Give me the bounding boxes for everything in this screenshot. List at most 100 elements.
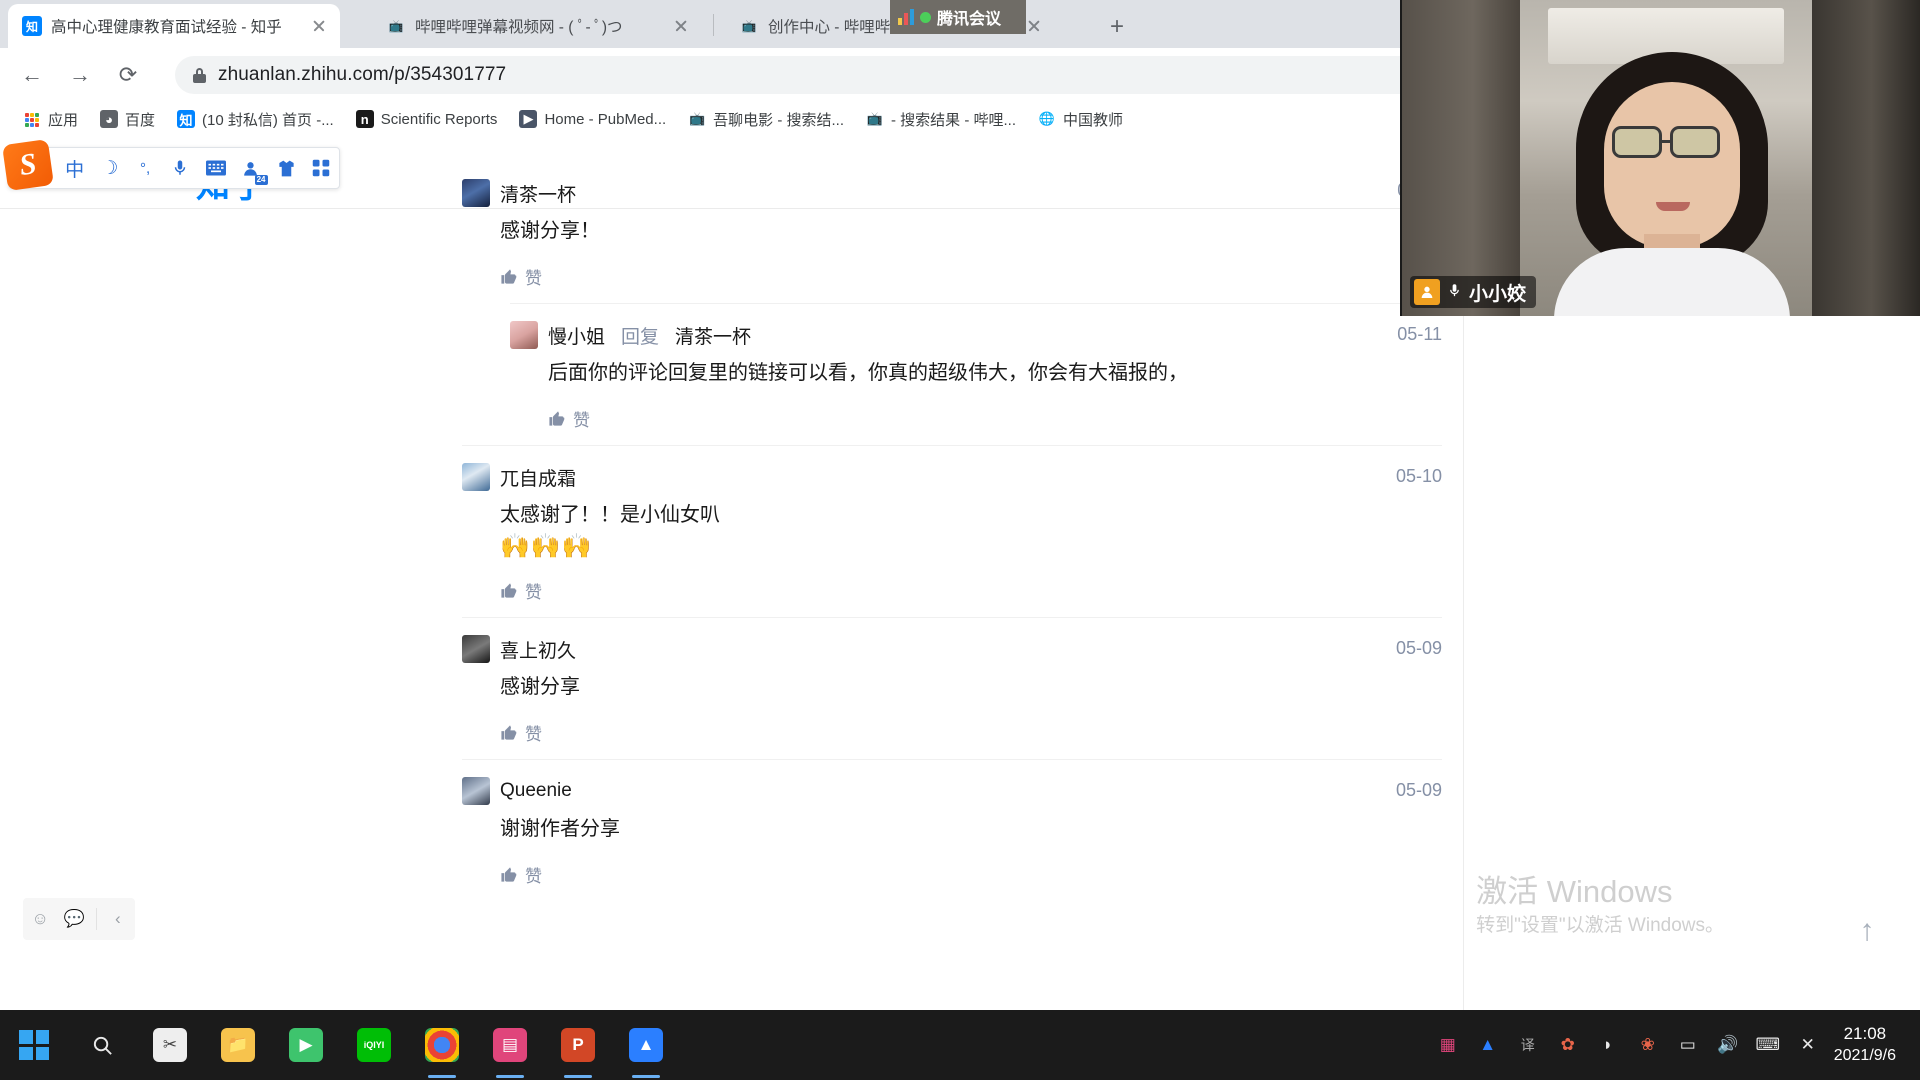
page-float-toolbar: ☺ 💬 ‹ [23, 898, 135, 940]
comment-username[interactable]: 兀自成霜 [500, 464, 576, 491]
photo-tray-icon[interactable]: ▦ [1428, 1010, 1468, 1080]
microphone-icon[interactable] [163, 149, 198, 187]
bookmark-zhihu-inbox[interactable]: 知 (10 封私信) 首页 -... [166, 105, 345, 133]
like-label[interactable]: 赞 [525, 862, 542, 887]
back-button[interactable]: ← [12, 55, 52, 95]
bookmark-label: Home - PubMed... [544, 110, 667, 128]
comment-body: 后面你的评论回复里的链接可以看，你真的超级伟大，你会有大福报的， [548, 362, 1188, 384]
tab-close-icon[interactable] [1023, 15, 1045, 37]
like-label[interactable]: 赞 [525, 264, 542, 289]
avatar[interactable] [462, 635, 490, 663]
like-label[interactable]: 赞 [525, 578, 542, 603]
bookmark-label: - 搜索结果 - 哔哩... [891, 111, 1016, 129]
chinese-mode-icon[interactable]: 中 [57, 149, 92, 187]
bilibili-icon: 📺 [388, 19, 404, 33]
like-label[interactable]: 赞 [573, 406, 590, 431]
taskbar-apps: ✂ 📁 ▶ iQIYI ◉ ▤ P ▲ [0, 1010, 680, 1080]
flower-tray-icon[interactable]: ❀ [1628, 1010, 1668, 1080]
network-tray-icon[interactable]: ◗ [1588, 1010, 1628, 1080]
address-bar-url: zhuanlan.zhihu.com/p/354301777 [218, 64, 507, 85]
comment-item-reply: 慢小姐 回复 清茶一杯 05-11 后面你的评论回复里的链接可以看，你真的超级伟… [510, 303, 1442, 445]
taskbar-clock[interactable]: 21:08 2021/9/6 [1828, 1023, 1908, 1067]
video-door-left [1402, 0, 1520, 316]
clock-date: 2021/9/6 [1833, 1047, 1896, 1064]
avatar[interactable] [462, 179, 490, 207]
comment-item: Queenie 05-09 谢谢作者分享 赞 [462, 759, 1442, 901]
browser-tab-0[interactable]: 知 高中心理健康教育面试经验 - 知乎 [8, 4, 340, 48]
video-door-right [1812, 0, 1920, 316]
comment-date: 05-10 [1395, 466, 1442, 486]
tencent-meeting-tab-overlay[interactable]: 腾讯会议 [890, 0, 1026, 34]
browser-tab-1[interactable]: 📺 哔哩哔哩弹幕视频网 - ( ﾟ- ﾟ)つ [372, 4, 702, 48]
taskbar-app-snipping-tool[interactable]: ✂ [136, 1010, 204, 1080]
battery-tray-icon[interactable]: ▭ [1668, 1010, 1708, 1080]
avatar[interactable] [462, 777, 490, 805]
status-dot-icon [920, 11, 931, 23]
windows-activation-watermark: 激活 Windows 转到"设置"以激活 Windows。 [1476, 872, 1724, 940]
tab-close-icon[interactable] [670, 15, 692, 37]
bookmark-pubmed[interactable]: ▶ Home - PubMed... [508, 105, 677, 133]
thumbs-up-icon[interactable] [500, 866, 517, 883]
taskbar-app-chrome[interactable]: ◉ [408, 1010, 476, 1080]
comment-username[interactable]: Queenie [500, 780, 572, 802]
skin-shirt-icon[interactable] [269, 149, 304, 187]
colorful-tray-icon[interactable]: ✿ [1548, 1010, 1588, 1080]
back-to-top-button[interactable]: ↑ [1848, 912, 1886, 950]
thumbs-up-icon[interactable] [548, 410, 565, 427]
bookmark-apps[interactable]: 应用 [12, 105, 89, 133]
comment-actions: 赞 [462, 862, 1442, 887]
user-account-icon[interactable]: 24 [233, 149, 268, 187]
tencent-meeting-video-overlay[interactable]: 小小姣 [1400, 0, 1920, 316]
participant-name: 小小姣 [1469, 283, 1527, 305]
taskbar-app-file-explorer[interactable]: 📁 [204, 1010, 272, 1080]
avatar[interactable] [510, 321, 538, 349]
windows-start-icon[interactable] [0, 1010, 68, 1080]
collapse-chevron-icon[interactable]: ‹ [105, 906, 131, 932]
soft-keyboard-icon[interactable] [198, 149, 233, 187]
toolbox-grid-icon[interactable] [304, 149, 339, 187]
comment-body: 谢谢作者分享 [500, 818, 620, 840]
reload-button[interactable]: ⟳ [108, 55, 148, 95]
volume-tray-icon[interactable]: 🔊 [1708, 1010, 1748, 1080]
forward-button[interactable]: → [60, 55, 100, 95]
avatar[interactable] [462, 463, 490, 491]
comment-bubble-icon[interactable]: 💬 [61, 906, 87, 932]
taskbar-app-powerpoint[interactable]: P [544, 1010, 612, 1080]
comment-body: 感谢分享！ [500, 220, 600, 242]
close-ime-icon[interactable]: ✕ [1788, 1010, 1828, 1080]
translate-tray-icon[interactable]: 译 [1508, 1010, 1548, 1080]
search-icon[interactable] [68, 1010, 136, 1080]
moon-icon[interactable]: ☽ [92, 149, 127, 187]
bookmark-china-teacher[interactable]: 🌐 中国教师 [1027, 105, 1134, 133]
comment-username[interactable]: 慢小姐 [548, 322, 605, 349]
participant-icon [1414, 279, 1440, 305]
thumbs-up-icon[interactable] [500, 268, 517, 285]
sogou-logo-icon[interactable]: S [2, 139, 54, 191]
thumbs-up-icon[interactable] [500, 724, 517, 741]
taskbar-app-tencent-meeting[interactable]: ▲ [612, 1010, 680, 1080]
reply-target-username[interactable]: 清茶一杯 [675, 322, 751, 349]
bookmark-label: 吾聊电影 - 搜索结... [713, 111, 844, 129]
reply-word-label: 回复 [621, 326, 660, 348]
new-tab-button[interactable]: + [1102, 12, 1132, 42]
like-label[interactable]: 赞 [525, 720, 542, 745]
comment-body: 感谢分享 [500, 676, 580, 698]
punctuation-icon[interactable]: °, [128, 149, 163, 187]
bookmark-baidu[interactable]: ◕ 百度 [89, 105, 166, 133]
taskbar-app-iqiyi[interactable]: iQIYI [340, 1010, 408, 1080]
tab-close-icon[interactable] [308, 15, 330, 37]
sogou-ime-toolbar[interactable]: S 中 ☽ °, 24 [2, 139, 340, 191]
bookmark-wuliao-movie[interactable]: 📺 吾聊电影 - 搜索结... [677, 105, 855, 133]
photo-editor-icon: ▤ [493, 1028, 527, 1062]
taskbar-app-media-player[interactable]: ▶ [272, 1010, 340, 1080]
taskbar-app-photo-editor[interactable]: ▤ [476, 1010, 544, 1080]
bookmark-scientific-reports[interactable]: n Scientific Reports [345, 105, 509, 133]
globe-icon: 🌐 [1038, 111, 1056, 126]
keyboard-tray-icon[interactable]: ⌨ [1748, 1010, 1788, 1080]
comment-username[interactable]: 喜上初久 [500, 636, 576, 663]
comment-username[interactable]: 清茶一杯 [500, 180, 576, 207]
meeting-tray-icon[interactable]: ▲ [1468, 1010, 1508, 1080]
thumbs-up-icon[interactable] [500, 582, 517, 599]
bookmark-bilibili-search[interactable]: 📺 - 搜索结果 - 哔哩... [855, 105, 1027, 133]
emoji-smiley-icon[interactable]: ☺ [27, 906, 53, 932]
